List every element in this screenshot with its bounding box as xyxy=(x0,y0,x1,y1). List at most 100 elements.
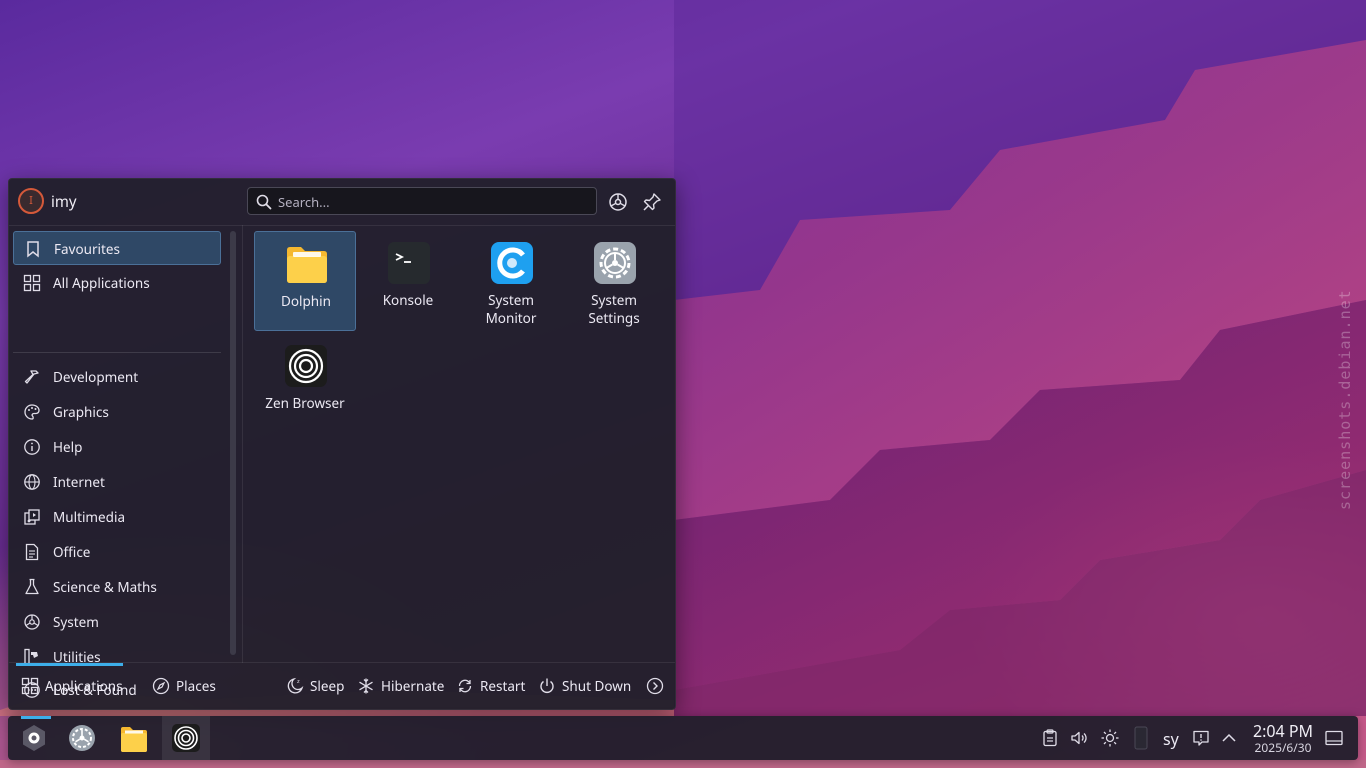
taskbar: sy 2:04 PM 2025/6/30 xyxy=(8,716,1358,760)
pin-icon[interactable] xyxy=(641,191,663,213)
sidebar-item-office[interactable]: Office xyxy=(13,535,221,569)
show-desktop-icon[interactable] xyxy=(1324,728,1344,748)
app-system-monitor[interactable]: System Monitor xyxy=(460,231,562,331)
system-icon xyxy=(24,614,40,630)
bookmark-icon xyxy=(27,241,39,258)
application-launcher: I imy Favourites All Applic xyxy=(8,178,676,710)
sidebar-item-multimedia[interactable]: Multimedia xyxy=(13,500,221,534)
document-icon xyxy=(25,543,39,561)
sidebar-item-label: Graphics xyxy=(53,403,109,421)
active-tab-indicator xyxy=(16,663,123,666)
app-label: Konsole xyxy=(382,291,434,309)
sidebar-item-label: Office xyxy=(53,543,91,561)
info-icon xyxy=(24,439,40,455)
sidebar-item-label: Development xyxy=(53,368,139,386)
configure-icon[interactable] xyxy=(607,191,629,213)
app-zen-browser[interactable]: Zen Browser xyxy=(254,334,356,434)
dolphin-folder-icon xyxy=(287,247,327,283)
grid-icon xyxy=(23,274,41,292)
sidebar-item-help[interactable]: Help xyxy=(13,430,221,464)
hibernate-button[interactable]: Hibernate xyxy=(357,675,445,697)
keyboard-layout-indicator[interactable]: sy xyxy=(1163,728,1179,750)
volume-icon[interactable] xyxy=(1069,728,1089,748)
taskbar-system-settings[interactable] xyxy=(58,716,106,760)
application-launcher-button[interactable] xyxy=(10,716,58,760)
active-indicator xyxy=(21,716,51,719)
compass-icon xyxy=(152,677,170,695)
battery-icon[interactable] xyxy=(1133,726,1149,750)
system-settings-icon xyxy=(69,725,95,751)
chevron-right-icon xyxy=(646,677,664,695)
tab-label: Places xyxy=(176,677,216,695)
sidebar-item-label: Internet xyxy=(53,473,105,491)
launcher-hexagon-icon xyxy=(23,725,45,751)
launcher-header: I imy xyxy=(9,179,675,226)
globe-icon xyxy=(24,474,40,490)
sidebar-item-label: System xyxy=(53,613,99,631)
username[interactable]: imy xyxy=(51,192,77,212)
watermark: screenshots.debian.net xyxy=(1336,289,1354,510)
power-icon xyxy=(540,678,554,693)
panel-divider xyxy=(242,225,243,663)
tab-label: Applications xyxy=(45,677,123,695)
search-icon xyxy=(256,194,272,210)
hibernate-label: Hibernate xyxy=(381,677,445,695)
app-label: System Settings xyxy=(588,291,640,327)
sleep-button[interactable]: z Sleep xyxy=(286,675,346,697)
svg-text:z: z xyxy=(297,679,300,685)
snowflake-icon xyxy=(359,678,373,694)
sidebar-item-development[interactable]: Development xyxy=(13,360,221,394)
palette-icon xyxy=(24,404,40,420)
avatar[interactable]: I xyxy=(18,188,44,214)
sidebar-item-graphics[interactable]: Graphics xyxy=(13,395,221,429)
zen-browser-icon xyxy=(172,724,200,752)
chevron-up-icon[interactable] xyxy=(1219,728,1239,748)
sidebar-item-favourites[interactable]: Favourites xyxy=(13,231,221,265)
sidebar-item-label: Favourites xyxy=(54,240,120,258)
search-input[interactable] xyxy=(276,191,590,213)
sidebar-separator xyxy=(13,352,221,353)
multimedia-icon xyxy=(24,509,40,525)
sidebar-item-science-maths[interactable]: Science & Maths xyxy=(13,570,221,604)
sleep-icon: z xyxy=(287,677,304,694)
sidebar-item-system[interactable]: System xyxy=(13,605,221,639)
notifications-icon[interactable] xyxy=(1191,728,1211,748)
favourites-grid: Dolphin Konsole System Monitor System Se… xyxy=(249,226,669,662)
hammer-icon xyxy=(24,370,39,384)
launcher-footer: Applications Places z Sleep Hibernate Re… xyxy=(9,662,675,710)
restart-label: Restart xyxy=(480,677,526,695)
more-actions-button[interactable] xyxy=(646,675,666,697)
sleep-label: Sleep xyxy=(310,677,345,695)
tab-applications[interactable]: Applications xyxy=(21,675,131,697)
sidebar-item-internet[interactable]: Internet xyxy=(13,465,221,499)
taskbar-dolphin[interactable] xyxy=(110,716,158,760)
shutdown-label: Shut Down xyxy=(562,677,632,695)
restart-icon xyxy=(458,679,472,693)
system-monitor-icon xyxy=(491,242,533,284)
sidebar-item-all-applications[interactable]: All Applications xyxy=(13,266,221,300)
sidebar-item-label: Science & Maths xyxy=(53,578,157,596)
sidebar-item-label: All Applications xyxy=(53,274,150,292)
tab-places[interactable]: Places xyxy=(152,675,222,697)
sidebar-scrollbar[interactable] xyxy=(230,231,236,655)
shutdown-button[interactable]: Shut Down xyxy=(538,675,633,697)
app-dolphin[interactable]: Dolphin xyxy=(254,231,356,331)
sidebar-item-label: Multimedia xyxy=(53,508,126,526)
system-settings-icon xyxy=(594,242,636,284)
search-field[interactable] xyxy=(247,187,597,215)
taskbar-zen-browser[interactable] xyxy=(162,716,210,760)
brightness-icon[interactable] xyxy=(1100,728,1120,748)
dolphin-folder-icon xyxy=(121,727,147,752)
app-label: Zen Browser xyxy=(265,394,345,412)
restart-button[interactable]: Restart xyxy=(456,675,526,697)
category-sidebar: Favourites All Applications Development … xyxy=(9,226,227,699)
grid-icon xyxy=(21,677,39,695)
konsole-terminal-icon xyxy=(388,242,430,284)
app-konsole[interactable]: Konsole xyxy=(357,231,459,331)
app-system-settings[interactable]: System Settings xyxy=(563,231,665,331)
zen-browser-icon xyxy=(285,345,327,387)
clock-date[interactable]: 2025/6/30 xyxy=(1243,739,1323,756)
app-label: Dolphin xyxy=(281,292,331,310)
clipboard-icon[interactable] xyxy=(1040,728,1060,748)
app-label: System Monitor xyxy=(485,291,537,327)
